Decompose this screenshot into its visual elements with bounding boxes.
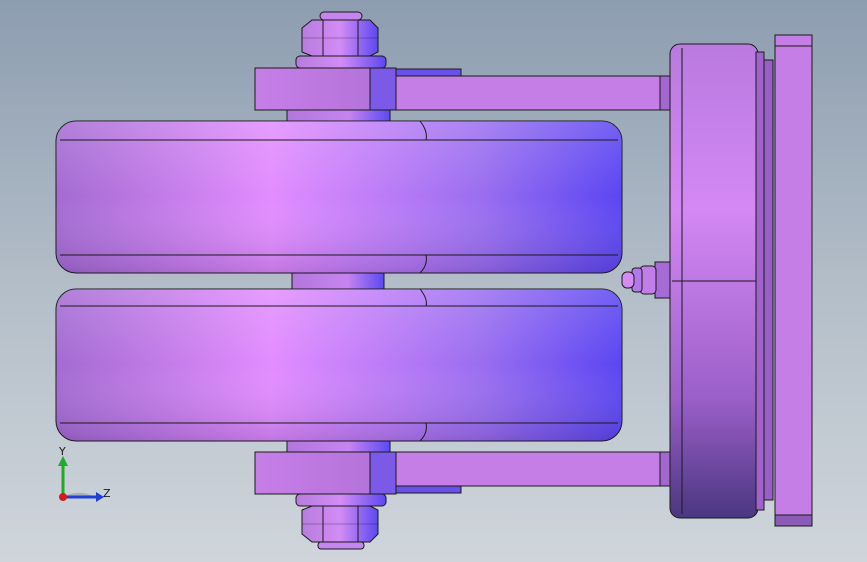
base-plate[interactable] bbox=[774, 34, 813, 527]
bottom-nut[interactable] bbox=[295, 493, 387, 550]
upper-wheel[interactable] bbox=[55, 120, 623, 274]
x-axis-dot bbox=[59, 493, 67, 501]
z-axis-label: Z bbox=[103, 487, 111, 500]
mounting-flange[interactable] bbox=[669, 43, 774, 519]
cad-viewport[interactable]: Y Z bbox=[0, 0, 867, 562]
grease-fitting[interactable] bbox=[621, 261, 672, 299]
top-bracket-plate[interactable] bbox=[254, 67, 671, 111]
y-axis-label: Y bbox=[58, 445, 66, 458]
bottom-bracket-plate[interactable] bbox=[254, 451, 671, 495]
orientation-triad: Y Z bbox=[58, 445, 111, 502]
top-nut[interactable] bbox=[295, 11, 387, 69]
lower-wheel[interactable] bbox=[55, 288, 623, 442]
model-scene[interactable]: Y Z bbox=[0, 0, 867, 562]
